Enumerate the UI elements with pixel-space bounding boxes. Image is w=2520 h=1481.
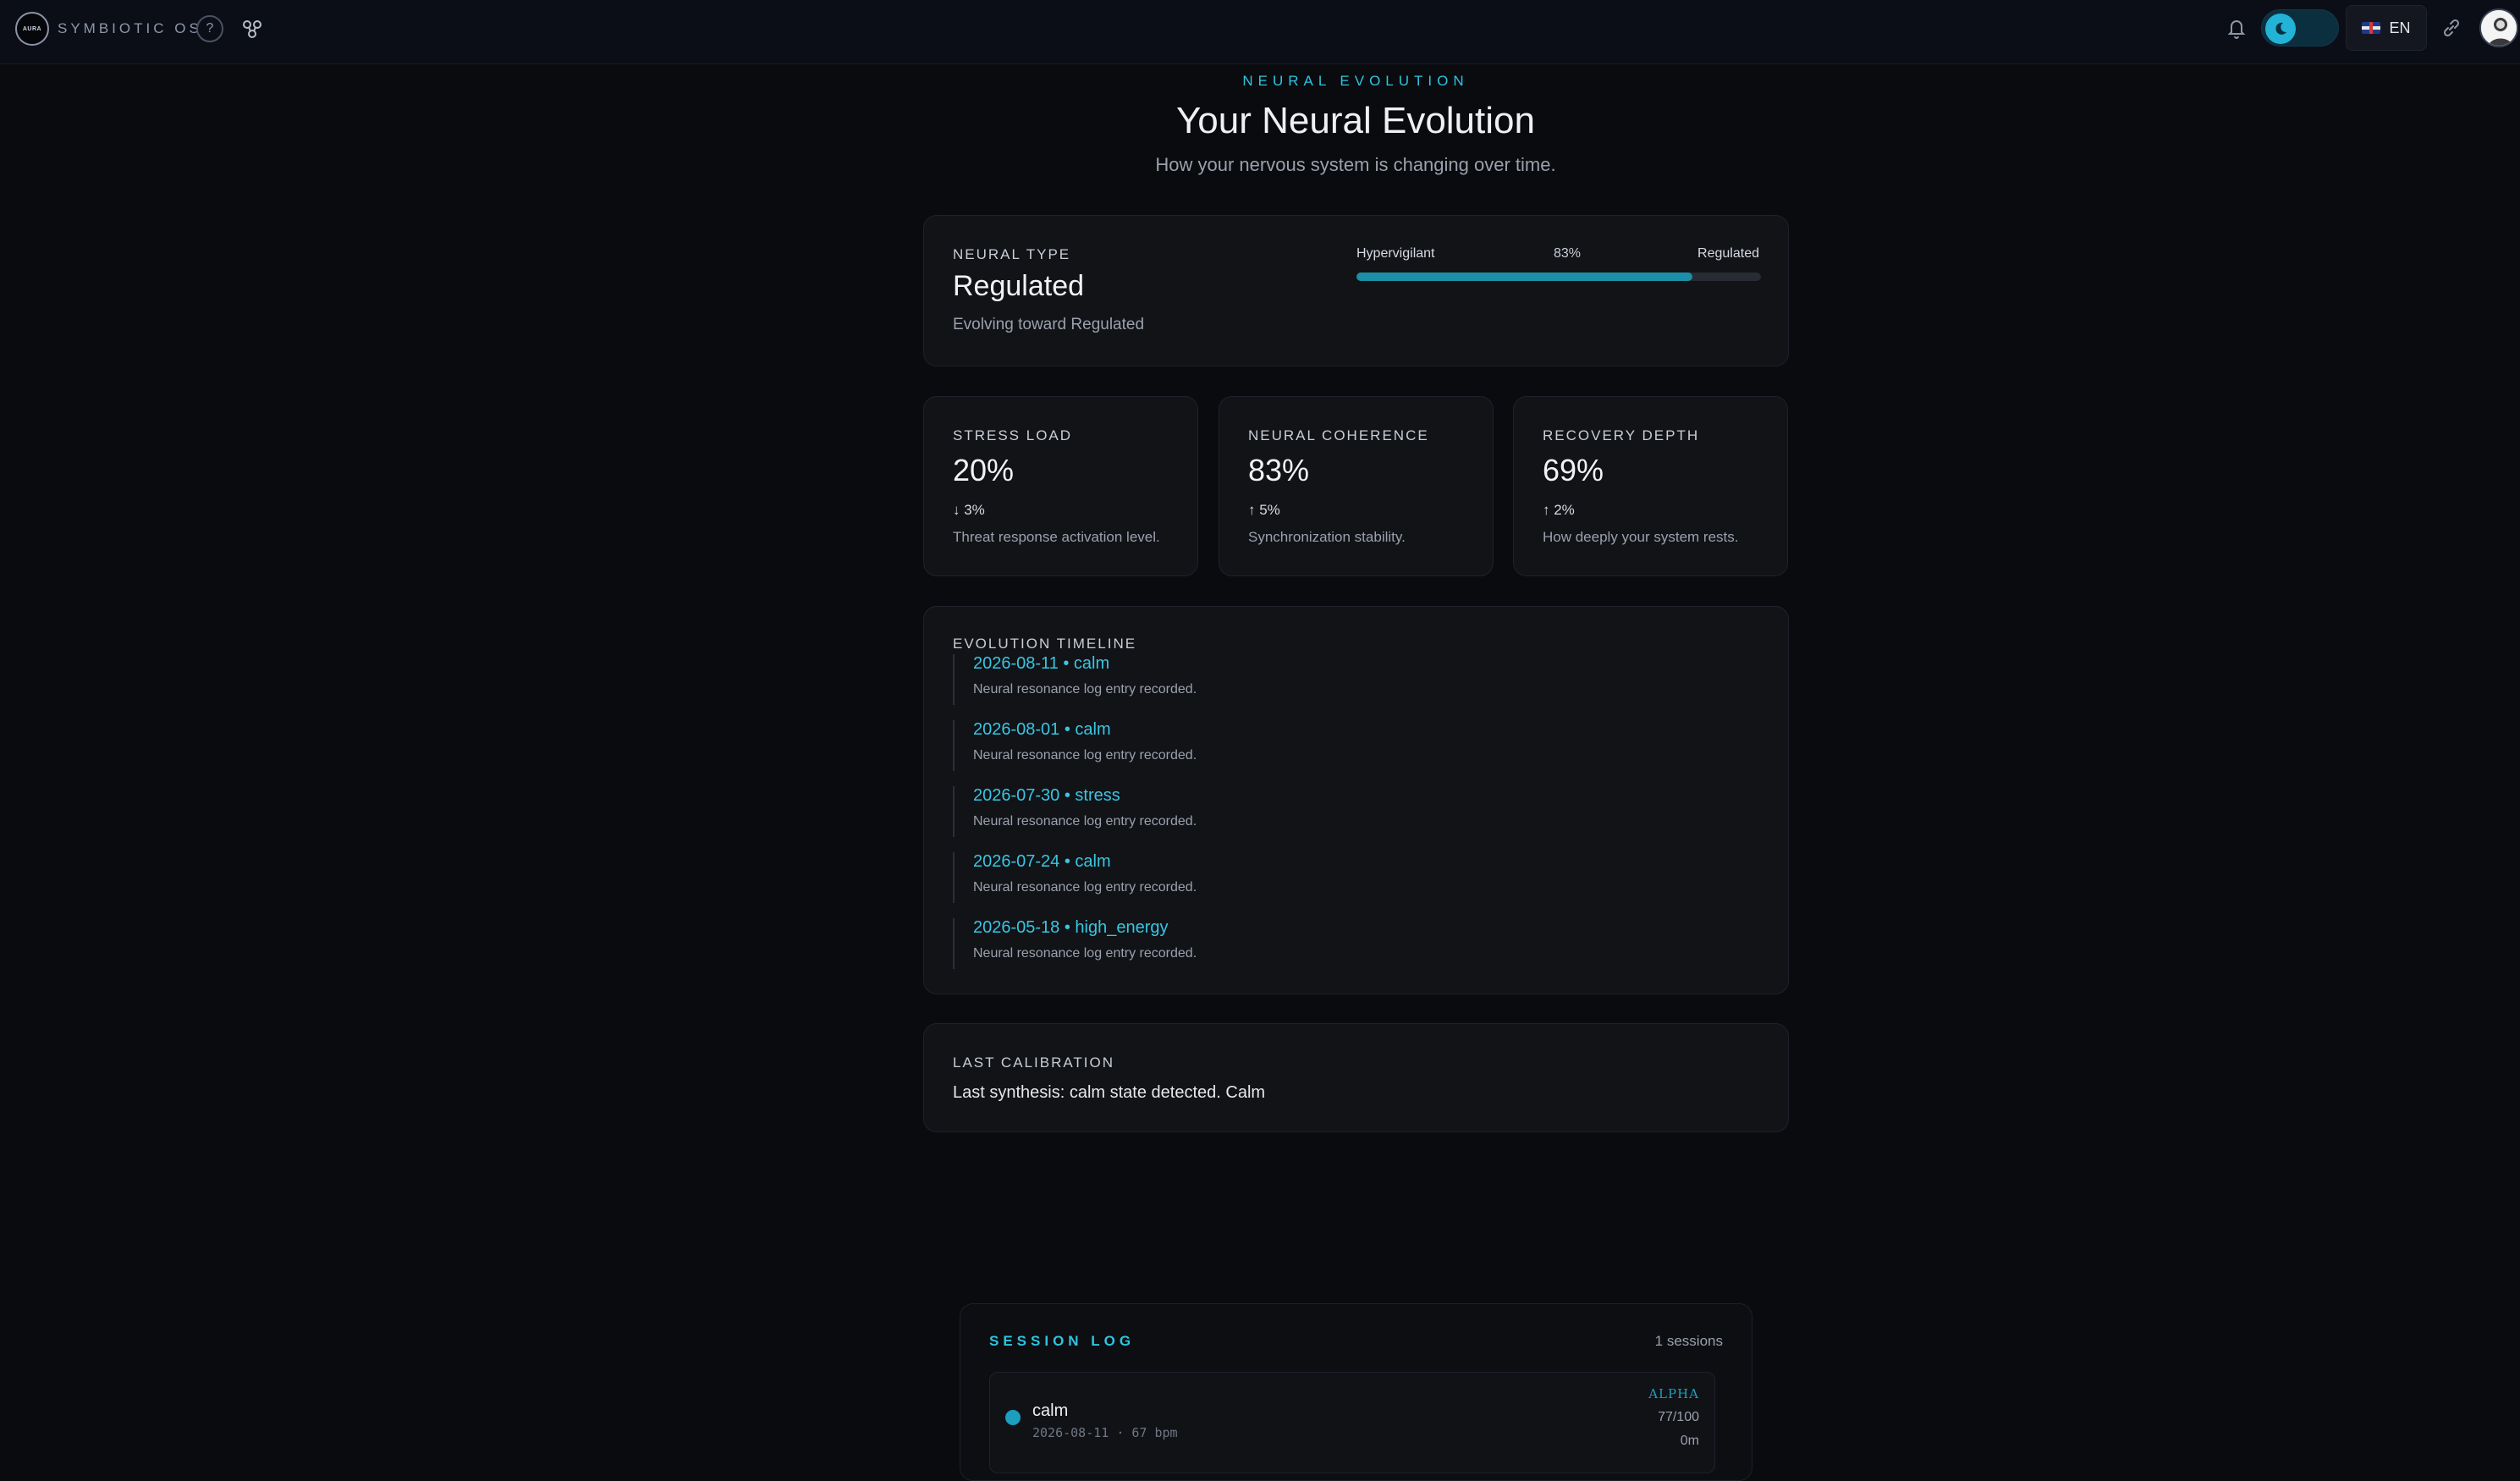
neural-type-label: NEURAL TYPE — [953, 246, 1071, 262]
session-log-card: SESSION LOG 1 sessions calm 2026-08-11 ·… — [960, 1303, 1752, 1481]
moon-icon — [2275, 22, 2286, 35]
neural-type-evolving: Evolving toward Regulated — [953, 316, 1145, 333]
timeline-entry: 2026-07-30 • stress Neural resonance log… — [953, 786, 1714, 837]
question-icon: ? — [206, 21, 214, 36]
metric-delta: ↑ 2% — [1543, 502, 1575, 518]
logo[interactable]: AURA — [15, 12, 49, 46]
timeline-entry-title: 2026-05-18 • high_energy — [973, 918, 1169, 937]
session-state-dot — [1005, 1410, 1021, 1425]
uk-flag-icon — [2362, 22, 2381, 34]
calibration-label: LAST CALIBRATION — [953, 1054, 1115, 1071]
link-icon — [2443, 19, 2460, 37]
timeline-entry: 2026-08-11 • calm Neural resonance log e… — [953, 654, 1714, 705]
neural-coherence-card: NEURAL COHERENCE 83% ↑ 5% Synchronizatio… — [1219, 396, 1494, 576]
neural-type-progress-track — [1356, 273, 1761, 281]
timeline-entry-title: 2026-07-30 • stress — [973, 786, 1120, 805]
timeline-entry-body: Neural resonance log entry recorded. — [973, 946, 1197, 961]
bell-icon — [2227, 20, 2246, 39]
calibration-text: Last synthesis: calm state detected. Cal… — [953, 1083, 1266, 1102]
scale-percent: 83% — [1554, 246, 1582, 261]
metric-description: How deeply your system rests. — [1543, 529, 1739, 545]
stress-load-card: STRESS LOAD 20% ↓ 3% Threat response act… — [923, 396, 1198, 576]
metric-value: 83% — [1248, 453, 1310, 487]
avatar[interactable] — [2479, 8, 2518, 47]
avatar-image — [2481, 10, 2517, 46]
network-button[interactable] — [240, 17, 264, 41]
metric-value: 69% — [1543, 453, 1604, 487]
session-band: ALPHA — [1648, 1386, 1699, 1401]
timeline-entry-body: Neural resonance log entry recorded. — [973, 748, 1197, 763]
language-selector[interactable]: EN — [2346, 5, 2427, 51]
page-subtitle: How your nervous system is changing over… — [1155, 154, 1556, 175]
top-bar: AURA SYMBIOTIC OS ? EN — [0, 0, 2520, 64]
timeline-entry-title: 2026-07-24 • calm — [973, 852, 1111, 871]
scale-left-label: Hypervigilant — [1356, 246, 1435, 261]
evolution-timeline-card: EVOLUTION TIMELINE 2026-08-11 • calm Neu… — [923, 606, 1789, 994]
help-button[interactable]: ? — [196, 15, 223, 42]
neural-type-progress-fill — [1356, 273, 1692, 281]
metric-value: 20% — [953, 453, 1015, 487]
metric-label: NEURAL COHERENCE — [1248, 427, 1429, 443]
timeline-entry-body: Neural resonance log entry recorded. — [973, 814, 1197, 829]
recovery-depth-card: RECOVERY DEPTH 69% ↑ 2% How deeply your … — [1513, 396, 1788, 576]
session-state: calm — [1032, 1401, 1069, 1420]
session-row[interactable]: calm 2026-08-11 · 67 bpm ALPHA 77/100 0m — [989, 1372, 1715, 1473]
last-calibration-card: LAST CALIBRATION Last synthesis: calm st… — [923, 1023, 1789, 1132]
timeline-entry-title: 2026-08-11 • calm — [973, 654, 1110, 673]
session-score: 77/100 — [1658, 1410, 1699, 1424]
metric-description: Synchronization stability. — [1248, 529, 1406, 545]
brand-name: SYMBIOTIC OS — [58, 20, 202, 36]
session-log-title: SESSION LOG — [989, 1333, 1136, 1349]
session-count: 1 sessions — [1654, 1333, 1723, 1349]
timeline-entry: 2026-05-18 • high_energy Neural resonanc… — [953, 918, 1714, 969]
page-title: Your Neural Evolution — [1176, 100, 1535, 141]
neural-type-value: Regulated — [953, 270, 1085, 302]
metric-delta: ↓ 3% — [953, 502, 985, 518]
timeline-entry-body: Neural resonance log entry recorded. — [973, 880, 1197, 895]
metric-description: Threat response activation level. — [953, 529, 1160, 545]
timeline-entry-title: 2026-08-01 • calm — [973, 720, 1111, 739]
timeline-entry: 2026-08-01 • calm Neural resonance log e… — [953, 720, 1714, 771]
timeline-entry-body: Neural resonance log entry recorded. — [973, 682, 1197, 696]
metric-delta: ↑ 5% — [1248, 502, 1280, 518]
scale-right-label: Regulated — [1697, 246, 1759, 261]
language-label: EN — [2389, 19, 2411, 36]
network-icon — [243, 20, 261, 38]
theme-toggle-knob — [2265, 14, 2296, 44]
notifications-button[interactable] — [2224, 15, 2249, 41]
link-button[interactable] — [2439, 15, 2464, 41]
theme-toggle[interactable] — [2261, 9, 2339, 47]
session-meta: 2026-08-11 · 67 bpm — [1032, 1425, 1178, 1440]
timeline-label: EVOLUTION TIMELINE — [953, 636, 1137, 652]
metric-label: RECOVERY DEPTH — [1543, 427, 1700, 443]
session-duration: 0m — [1680, 1434, 1699, 1448]
section-eyebrow: NEURAL EVOLUTION — [1242, 73, 1469, 89]
neural-type-card: NEURAL TYPE Regulated Evolving toward Re… — [923, 215, 1789, 366]
timeline-entry: 2026-07-24 • calm Neural resonance log e… — [953, 852, 1714, 903]
metric-label: STRESS LOAD — [953, 427, 1073, 443]
